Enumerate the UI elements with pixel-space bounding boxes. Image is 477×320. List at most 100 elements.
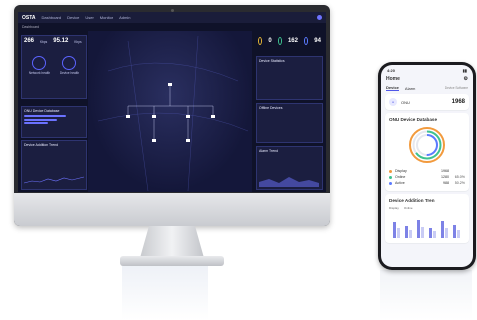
nav-admin[interactable]: Admin <box>119 15 130 20</box>
device-health-gauge <box>62 56 77 70</box>
online-ring-icon <box>277 37 282 45</box>
legend-active: Active 988 50.2% <box>389 181 465 185</box>
user-avatar[interactable] <box>317 15 322 20</box>
bar <box>393 222 396 238</box>
offline-count: 0 <box>268 38 272 44</box>
active-count: 94 <box>314 38 321 44</box>
signal-icon: ▮▮ <box>462 68 467 73</box>
upload-value: 266 <box>24 38 35 44</box>
network-map[interactable] <box>88 31 252 192</box>
progress-bar <box>24 115 66 117</box>
breadcrumb: Dashboard <box>22 25 40 29</box>
download-unit: Kbps <box>74 40 82 44</box>
offline-devices-panel: Offline Devices <box>256 103 323 143</box>
bar <box>409 230 412 238</box>
nav-user[interactable]: User <box>85 15 93 20</box>
bar <box>441 221 444 238</box>
bar <box>397 228 400 238</box>
panel-title: Device Statistics <box>259 59 285 63</box>
status-summary: 0 162 94 <box>256 35 323 55</box>
monitor-stand-base <box>120 256 224 266</box>
clock: 4:20 <box>387 68 396 73</box>
trend-legend-display: Display <box>389 206 399 210</box>
onu-database-panel: ONU Device Database <box>21 106 87 138</box>
node[interactable] <box>126 115 130 118</box>
progress-bar <box>24 118 57 121</box>
bar <box>453 225 456 238</box>
panel-title: Device Addition Trend <box>24 143 59 147</box>
settings-icon[interactable]: ⚙ <box>464 76 468 82</box>
upload-unit: Kbps <box>40 40 48 44</box>
trend-bar-chart <box>393 220 460 238</box>
monitor-reflection <box>122 265 208 320</box>
panel-title: Alarm Trend <box>259 149 279 153</box>
desktop-topbar: OSTA Dashboard Device User Monitor Admin <box>18 12 326 23</box>
tab-alarm[interactable]: Alarm <box>405 86 415 91</box>
offline-ring-icon <box>258 37 263 45</box>
panel-title: Offline Devices <box>259 106 283 110</box>
node[interactable] <box>152 139 156 142</box>
legend-swatch <box>389 169 392 173</box>
node[interactable] <box>186 115 190 118</box>
legend-label: Online <box>395 175 406 179</box>
monitor-chin <box>14 193 330 226</box>
bar <box>429 228 432 238</box>
node[interactable] <box>211 115 215 118</box>
onu-database-card: ONU Device Database Display 1968 Online … <box>385 113 469 191</box>
legend-display: Display 1968 <box>389 169 465 173</box>
node[interactable] <box>152 115 156 118</box>
olt-node[interactable] <box>168 83 172 86</box>
monitor-stand-neck <box>140 226 204 258</box>
phone-header: Home ⚙ <box>381 73 473 85</box>
desktop-subbar: Dashboard <box>18 23 326 31</box>
panel-title: ONU Device Database <box>24 109 60 113</box>
nav-monitor[interactable]: Monitor <box>100 15 113 20</box>
legend-value: 988 <box>443 181 449 185</box>
network-health-gauge <box>32 56 47 70</box>
alarm-trend-panel: Alarm Trend <box>256 146 323 190</box>
onu-label: ONU <box>401 99 410 105</box>
legend-value: 1968 <box>441 169 449 173</box>
phone-tabs: Device Alarm Device Software <box>381 85 473 91</box>
progress-bar <box>24 122 48 124</box>
device-statistics-panel: Device Statistics <box>256 56 323 100</box>
bar <box>417 220 420 238</box>
alarm-chart <box>259 177 319 187</box>
addition-trend-card: Device Addition Tren Display Online <box>385 194 469 243</box>
phone-reflection <box>380 270 472 320</box>
bar <box>421 227 424 238</box>
bar <box>433 231 436 238</box>
tab-device[interactable]: Device <box>386 85 399 91</box>
legend-pct: 65.0% <box>454 175 465 179</box>
legend-online: Online 1280 65.0% <box>389 175 465 179</box>
nav-dashboard[interactable]: Dashboard <box>42 15 62 20</box>
gauge-label: Device health <box>59 71 80 75</box>
phone-status-bar: 4:20 ▮▮ <box>381 65 473 73</box>
legend-swatch <box>389 181 392 185</box>
download-value: 95.12 <box>53 38 69 44</box>
legend-pct: 50.2% <box>454 181 465 185</box>
bar <box>457 230 460 238</box>
legend-swatch <box>389 175 392 179</box>
card-title: ONU Device Database <box>389 117 438 122</box>
legend-label: Display <box>395 169 407 173</box>
trend-legend-online: Online <box>403 206 413 210</box>
legend-label: Active <box>395 181 405 185</box>
onu-count-card[interactable]: ● ONU 1968 <box>385 94 469 110</box>
node[interactable] <box>186 139 190 142</box>
trend-chart <box>24 176 84 184</box>
filter-dropdown[interactable]: Device Software <box>445 86 468 90</box>
addition-trend-panel: Device Addition Trend <box>21 140 87 190</box>
nav-device[interactable]: Device <box>67 15 79 20</box>
page-title: Home <box>386 76 400 82</box>
legend-value: 1280 <box>441 175 449 179</box>
online-count: 162 <box>287 38 298 44</box>
phone-screen: 4:20 ▮▮ Home ⚙ Device Alarm Device Softw… <box>381 65 473 267</box>
bar <box>445 228 448 238</box>
product-mockup: OSTA Dashboard Device User Monitor Admin… <box>0 0 477 320</box>
onu-count: 1968 <box>451 99 465 105</box>
desktop-screen: OSTA Dashboard Device User Monitor Admin… <box>18 12 326 192</box>
card-title: Device Addition Tren <box>389 198 435 203</box>
donut-chart <box>409 127 445 163</box>
gauge-label: Network health <box>28 71 51 75</box>
